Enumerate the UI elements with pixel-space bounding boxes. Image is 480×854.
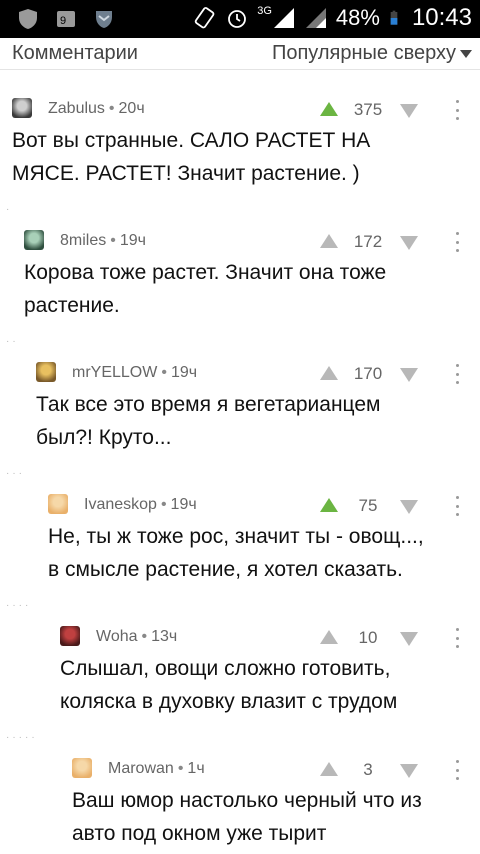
comment-text: Так все это время я вегетарианцем был?! … (36, 393, 381, 449)
comment-score: 170 (353, 364, 383, 383)
avatar-ivaneskop[interactable] (48, 494, 68, 514)
separator-dot: • (160, 496, 167, 513)
comment-item: Marowan • 1ч 3 Ваш юмор настолько черный что… (72, 758, 480, 854)
rotate-icon (195, 7, 215, 29)
comment-meta: mrYELLOW • 19ч (72, 364, 197, 382)
upvote-arrow-icon[interactable] (320, 762, 338, 776)
comment-text: Корова тоже растет. Значит она тоже раст… (24, 261, 387, 317)
separator-dot: • (108, 100, 115, 117)
comment-time: 19ч (170, 364, 198, 381)
comment-time: 19ч (119, 232, 146, 249)
more-menu-icon[interactable] (454, 760, 460, 780)
downvote-arrow-icon[interactable] (400, 104, 418, 118)
thread-indent-marker[interactable]: · (6, 204, 12, 215)
comment-time: 13ч (151, 628, 178, 645)
comment-text: Слышал, овощи сложно готовить, коляска в… (60, 657, 398, 713)
upvote-arrow-icon[interactable] (320, 498, 338, 512)
comments-header: Комментарии Популярные сверху (0, 38, 480, 70)
avatar-zabulus[interactable] (12, 98, 32, 118)
comment-item: Woha • 13ч 10 Слышал, овощи сложно готовить,… (60, 626, 480, 736)
more-menu-icon[interactable] (454, 496, 460, 516)
separator-dot: • (161, 364, 167, 381)
comment-time: 20ч (118, 100, 145, 117)
more-menu-icon[interactable] (454, 628, 460, 648)
comment-score: 10 (358, 628, 378, 647)
comment-score: 3 (363, 760, 373, 779)
avatar-marowan[interactable] (72, 758, 92, 778)
app-shield-icon (96, 11, 112, 28)
more-menu-icon[interactable] (454, 100, 460, 120)
thread-indent-marker[interactable]: ····· (6, 732, 38, 743)
separator-dot: • (110, 232, 116, 249)
comment-meta: Woha • 13ч (96, 628, 177, 646)
upvote-arrow-icon[interactable] (320, 630, 338, 644)
comment-author[interactable]: Zabulus (48, 100, 105, 117)
avatar-woha[interactable] (60, 626, 80, 646)
comment-item: 8miles • 19ч 172 Корова тоже растет. Значит … (24, 230, 480, 340)
more-menu-icon[interactable] (454, 232, 460, 252)
upvote-arrow-icon[interactable] (320, 366, 338, 380)
comment-score: 75 (358, 496, 378, 515)
comment-item: mrYELLOW • 19ч 170 Так все это время я вегет… (36, 362, 480, 472)
comment-item: Zabulus • 20ч 375 Вот вы странные. САЛО РАСТ… (12, 98, 480, 208)
battery-icon (390, 10, 398, 25)
avatar-mryellow[interactable] (36, 362, 56, 382)
comment-text: Ваш юмор настолько черный что из авто по… (72, 789, 422, 845)
battery-percent: 48% (335, 5, 380, 30)
more-menu-icon[interactable] (454, 364, 460, 384)
downvote-arrow-icon[interactable] (400, 368, 418, 382)
sort-dropdown[interactable]: Популярные сверху (272, 42, 456, 65)
comment-author[interactable]: Woha (96, 628, 138, 645)
status-bar: 9 3G 48% 10:43 (0, 0, 480, 38)
comment-author[interactable]: Marowan (108, 760, 174, 777)
comment-score: 375 (353, 100, 383, 119)
comment-meta: Ivaneskop • 19ч (84, 496, 197, 514)
comment-author[interactable]: Ivaneskop (84, 496, 157, 513)
comment-score: 172 (353, 232, 383, 251)
separator-dot: • (177, 760, 184, 777)
comment-meta: Zabulus • 20ч (48, 100, 145, 118)
signal-icon (273, 8, 294, 28)
clock: 10:43 (411, 4, 472, 31)
thread-indent-marker[interactable]: ··· (6, 468, 25, 479)
thread-indent-marker[interactable]: ·· (6, 336, 19, 347)
signal-sim2-icon (305, 8, 326, 28)
downvote-arrow-icon[interactable] (400, 236, 418, 250)
comment-text: Не, ты ж тоже рос, значит ты - овощ..., … (48, 525, 424, 581)
chevron-down-icon[interactable] (460, 50, 472, 58)
separator-dot: • (141, 628, 148, 645)
comment-item: Ivaneskop • 19ч 75 Не, ты ж тоже рос, значит… (48, 494, 480, 604)
downvote-arrow-icon[interactable] (400, 500, 418, 514)
svg-text:9: 9 (60, 15, 66, 27)
upvote-arrow-icon[interactable] (320, 102, 338, 116)
upvote-arrow-icon[interactable] (320, 234, 338, 248)
comment-author[interactable]: mrYELLOW (72, 364, 157, 381)
downvote-arrow-icon[interactable] (400, 632, 418, 646)
comment-author[interactable]: 8miles (60, 232, 106, 249)
notification-icon: 9 (57, 11, 75, 27)
avatar-8miles[interactable] (24, 230, 44, 250)
comment-meta: 8miles • 19ч (60, 232, 146, 250)
comment-text: Вот вы странные. САЛО РАСТЕТ НА МЯСЕ. РА… (12, 129, 371, 185)
thread-indent-marker[interactable]: ···· (6, 600, 31, 611)
comment-time: 19ч (170, 496, 197, 513)
comment-meta: Marowan • 1ч (108, 760, 205, 778)
network-type: 3G (257, 5, 272, 17)
page-title: Комментарии (12, 42, 138, 64)
comment-time: 1ч (187, 760, 205, 777)
shield-icon (19, 9, 37, 29)
downvote-arrow-icon[interactable] (400, 764, 418, 778)
alarm-icon (228, 10, 247, 28)
